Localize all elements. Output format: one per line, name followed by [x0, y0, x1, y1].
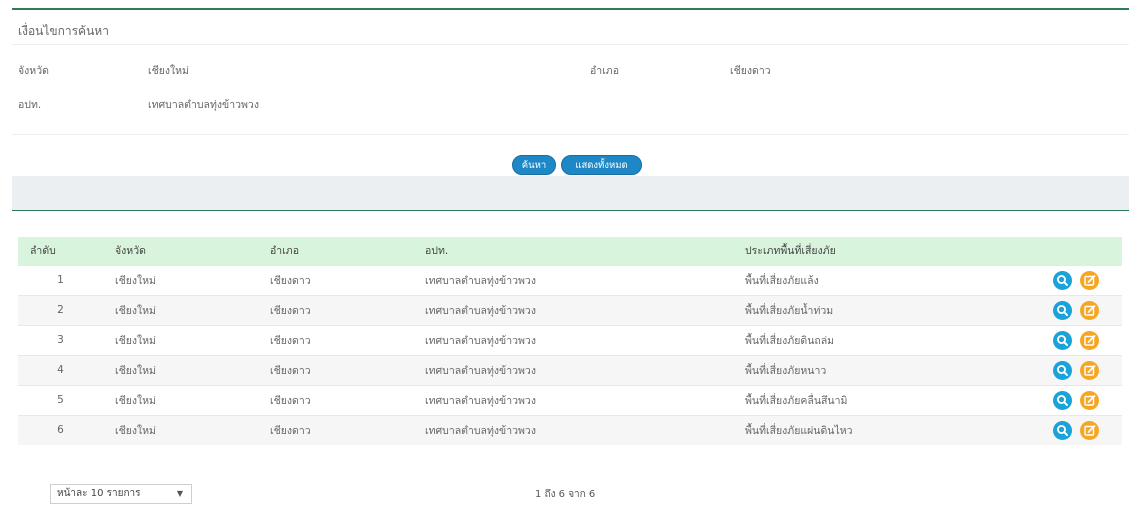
- row-province: เชียงใหม่: [103, 264, 258, 295]
- row-actions: [1030, 294, 1122, 325]
- header-no[interactable]: ลำดับ: [18, 237, 103, 265]
- district-label: อำเภอ: [590, 65, 620, 77]
- table-header-row: ลำดับ จังหวัด อำเภอ อปท. ประเภทพื้นที่เส…: [18, 237, 1122, 265]
- edit-icon[interactable]: [1080, 300, 1099, 320]
- edit-icon[interactable]: [1080, 420, 1099, 440]
- search-icon[interactable]: [1053, 390, 1072, 410]
- results-table: ลำดับ จังหวัด อำเภอ อปท. ประเภทพื้นที่เส…: [18, 237, 1122, 445]
- row-no: 2: [18, 294, 103, 325]
- page-size-select[interactable]: หน้าละ 10 รายการ ▼: [50, 484, 192, 504]
- row-no: 1: [18, 264, 103, 295]
- header-district[interactable]: อำเภอ: [258, 237, 413, 265]
- table-row: 4 เชียงใหม่ เชียงดาว เทศบาลตำบลทุ่งข้าวพวงพ…: [18, 354, 1122, 385]
- row-province: เชียงใหม่: [103, 354, 258, 385]
- row-district: เชียงดาว: [258, 354, 413, 385]
- search-icon[interactable]: [1053, 270, 1072, 290]
- province-label: จังหวัด: [18, 65, 49, 77]
- table-row: 1 เชียงใหม่ เชียงดาว เทศบาลตำบลทุ่งข้าวพวงพ…: [18, 264, 1122, 295]
- table-row: 6 เชียงใหม่ เชียงดาว เทศบาลตำบลทุ่งข้าวพวงพ…: [18, 414, 1122, 445]
- search-divider: [12, 134, 1129, 135]
- show-all-button[interactable]: แสดงทั้งหมด: [561, 155, 642, 175]
- search-icon[interactable]: [1053, 360, 1072, 380]
- row-no: 6: [18, 414, 103, 445]
- row-actions: [1030, 414, 1122, 445]
- pagination-info: 1 ถึง 6 จาก 6: [535, 489, 596, 500]
- row-lao: เทศบาลตำบลทุ่งข้าวพวง: [413, 324, 733, 355]
- row-district: เชียงดาว: [258, 294, 413, 325]
- row-risk-type: พื้นที่เสี่ยงภัยหนาว: [733, 354, 1030, 385]
- row-province: เชียงใหม่: [103, 294, 258, 325]
- row-risk-type: พื้นที่เสี่ยงภัยแล้ง: [733, 264, 1030, 295]
- row-lao: เทศบาลตำบลทุ่งข้าวพวง: [413, 264, 733, 295]
- search-panel-title: เงื่อนไขการค้นหา: [18, 24, 109, 38]
- search-buttons: ค้นหา แสดงทั้งหมด: [12, 145, 1129, 175]
- row-district: เชียงดาว: [258, 264, 413, 295]
- row-district: เชียงดาว: [258, 324, 413, 355]
- row-actions: [1030, 264, 1122, 295]
- edit-icon[interactable]: [1080, 360, 1099, 380]
- row-district: เชียงดาว: [258, 384, 413, 415]
- header-actions: [1030, 237, 1122, 265]
- province-value[interactable]: เชียงใหม่: [148, 62, 189, 79]
- row-lao: เทศบาลตำบลทุ่งข้าวพวง: [413, 354, 733, 385]
- edit-icon[interactable]: [1080, 330, 1099, 350]
- edit-icon[interactable]: [1080, 270, 1099, 290]
- row-province: เชียงใหม่: [103, 384, 258, 415]
- table-row: 5 เชียงใหม่ เชียงดาว เทศบาลตำบลทุ่งข้าวพวงพ…: [18, 384, 1122, 415]
- row-risk-type: พื้นที่เสี่ยงภัยคลื่นสึนามิ: [733, 384, 1030, 415]
- results-panel: ลำดับ จังหวัด อำเภอ อปท. ประเภทพื้นที่เส…: [12, 210, 1129, 505]
- row-lao: เทศบาลตำบลทุ่งข้าวพวง: [413, 294, 733, 325]
- row-district: เชียงดาว: [258, 414, 413, 445]
- edit-icon[interactable]: [1080, 390, 1099, 410]
- lao-value[interactable]: เทศบาลตำบลทุ่งข้าวพวง: [148, 96, 259, 113]
- panel-title-divider: [12, 44, 1129, 45]
- row-risk-type: พื้นที่เสี่ยงภัยแผ่นดินไหว: [733, 414, 1030, 445]
- row-lao: เทศบาลตำบลทุ่งข้าวพวง: [413, 414, 733, 445]
- row-actions: [1030, 324, 1122, 355]
- row-actions: [1030, 384, 1122, 415]
- lao-label: อปท.: [18, 99, 42, 111]
- search-icon[interactable]: [1053, 300, 1072, 320]
- search-icon[interactable]: [1053, 420, 1072, 440]
- row-province: เชียงใหม่: [103, 324, 258, 355]
- separator-band: [12, 176, 1129, 210]
- row-province: เชียงใหม่: [103, 414, 258, 445]
- page-size-value: หน้าละ 10 รายการ: [57, 488, 141, 499]
- row-risk-type: พื้นที่เสี่ยงภัยน้ำท่วม: [733, 294, 1030, 325]
- row-no: 5: [18, 384, 103, 415]
- search-conditions-panel: เงื่อนไขการค้นหา จังหวัด เชียงใหม่ อำเภอ…: [12, 8, 1129, 178]
- row-risk-type: พื้นที่เสี่ยงภัยดินถล่ม: [733, 324, 1030, 355]
- district-value[interactable]: เชียงดาว: [730, 62, 771, 79]
- row-actions: [1030, 354, 1122, 385]
- table-row: 2 เชียงใหม่ เชียงดาว เทศบาลตำบลทุ่งข้าวพวงพ…: [18, 294, 1122, 325]
- header-province[interactable]: จังหวัด: [103, 237, 258, 265]
- header-risk-type[interactable]: ประเภทพื้นที่เสี่ยงภัย: [733, 237, 1030, 265]
- table-row: 3 เชียงใหม่ เชียงดาว เทศบาลตำบลทุ่งข้าวพวงพ…: [18, 324, 1122, 355]
- chevron-down-icon: ▼: [176, 489, 183, 498]
- row-lao: เทศบาลตำบลทุ่งข้าวพวง: [413, 384, 733, 415]
- row-no: 3: [18, 324, 103, 355]
- header-lao[interactable]: อปท.: [413, 237, 733, 265]
- row-no: 4: [18, 354, 103, 385]
- search-button[interactable]: ค้นหา: [512, 155, 556, 175]
- search-icon[interactable]: [1053, 330, 1072, 350]
